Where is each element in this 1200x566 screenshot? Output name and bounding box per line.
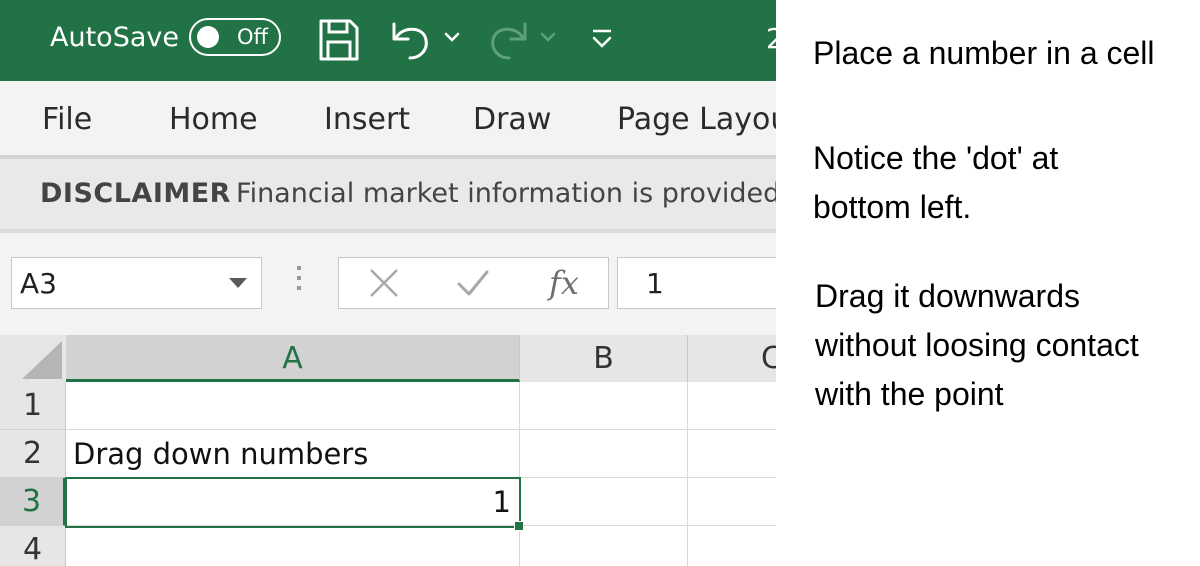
tab-file[interactable]: File	[42, 101, 92, 139]
undo-icon[interactable]	[388, 18, 432, 62]
cancel-icon[interactable]	[367, 258, 403, 308]
cell-b2[interactable]	[520, 430, 688, 478]
formula-value: 1	[646, 267, 664, 300]
cell-b1[interactable]	[520, 382, 688, 430]
tab-page-layout[interactable]: Page Layou	[617, 101, 776, 139]
instructions-panel: Place a number in a cell Notice the 'dot…	[776, 0, 1200, 566]
disclaimer-title: DISCLAIMER	[40, 178, 231, 209]
tab-draw[interactable]: Draw	[473, 101, 551, 139]
cell-c3[interactable]	[688, 478, 776, 526]
cell-a1[interactable]	[66, 382, 520, 430]
row-header-4[interactable]: 4	[0, 526, 66, 566]
fill-handle[interactable]	[514, 521, 524, 531]
insert-function-button[interactable]: fx	[549, 264, 579, 302]
cell-b4[interactable]	[520, 526, 688, 566]
autosave-state: Off	[237, 25, 268, 49]
autosave-label: AutoSave	[50, 22, 179, 53]
instruction-place-number: Place a number in a cell	[813, 35, 1155, 71]
cell-b3[interactable]	[520, 478, 688, 526]
select-all-icon	[22, 341, 62, 379]
name-box[interactable]: A3	[11, 257, 262, 309]
cell-a4[interactable]	[66, 526, 520, 566]
disclaimer-text: Financial market information is provided	[236, 178, 776, 209]
customize-quick-access-icon[interactable]	[591, 27, 613, 51]
row-header-3[interactable]: 3	[0, 478, 66, 526]
save-icon[interactable]	[318, 18, 360, 62]
formula-buttons: fx	[338, 257, 609, 309]
redo-icon[interactable]	[487, 18, 531, 62]
disclaimer-bar: DISCLAIMER Financial market information …	[0, 159, 776, 229]
column-header-b[interactable]: B	[520, 335, 688, 382]
row-header-1[interactable]: 1	[0, 382, 66, 430]
formula-bar: A3 fx 1	[0, 233, 776, 335]
undo-dropdown-icon[interactable]	[444, 31, 460, 43]
column-header-c[interactable]: C	[688, 335, 776, 382]
formula-input[interactable]: 1	[617, 257, 776, 309]
excel-window: AutoSave Off 2 File Home Insert Draw Pag…	[0, 0, 776, 566]
cell-c2[interactable]	[688, 430, 776, 478]
name-box-value: A3	[20, 267, 57, 300]
cell-a2[interactable]: Drag down numbers	[66, 430, 520, 478]
cell-c4[interactable]	[688, 526, 776, 566]
column-header-a[interactable]: A	[66, 335, 520, 382]
name-box-dropdown-icon[interactable]	[229, 278, 247, 288]
instruction-notice-dot: Notice the 'dot' at bottom left.	[813, 140, 1059, 225]
instruction-drag-down: Drag it downwards without loosing contac…	[815, 278, 1139, 412]
ribbon-tabs: File Home Insert Draw Page Layou	[0, 81, 776, 155]
redo-dropdown-icon[interactable]	[540, 31, 556, 43]
document-title: 2	[766, 22, 776, 55]
select-all-button[interactable]	[0, 335, 66, 382]
autosave-toggle[interactable]: Off	[189, 18, 281, 56]
row-header-2[interactable]: 2	[0, 430, 66, 478]
tab-home[interactable]: Home	[169, 101, 258, 139]
cell-a3[interactable]: 1	[66, 478, 520, 526]
title-bar: AutoSave Off 2	[0, 0, 776, 81]
tab-insert[interactable]: Insert	[324, 101, 410, 139]
toggle-knob	[197, 26, 219, 48]
cell-c1[interactable]	[688, 382, 776, 430]
formula-bar-resize-handle[interactable]	[297, 266, 302, 296]
enter-icon[interactable]	[455, 258, 491, 308]
